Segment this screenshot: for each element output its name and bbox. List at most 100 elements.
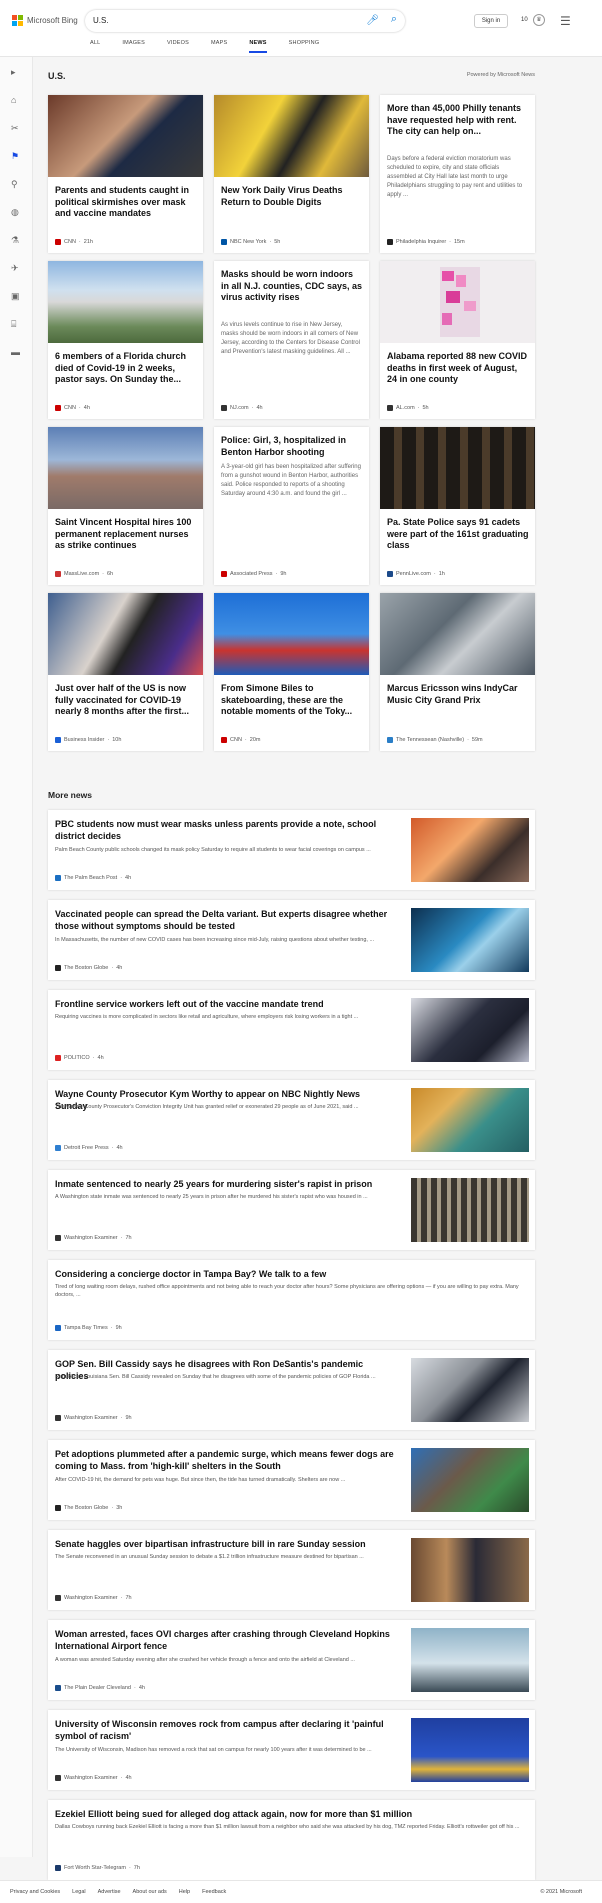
expand-icon[interactable]: ▸: [11, 67, 16, 78]
news-card[interactable]: Alabama reported 88 new COVID deaths in …: [380, 261, 535, 419]
article-title[interactable]: Inmate sentenced to nearly 25 years for …: [55, 1178, 395, 1190]
news-list-item[interactable]: Ezekiel Elliott being sued for alleged d…: [48, 1800, 535, 1880]
article-thumbnail[interactable]: [411, 1358, 529, 1422]
news-list-item[interactable]: GOP Sen. Bill Cassidy says he disagrees …: [48, 1350, 535, 1430]
article-thumbnail[interactable]: [411, 1178, 529, 1242]
article-thumbnail[interactable]: [411, 1448, 529, 1512]
article-title[interactable]: Woman arrested, faces OVI charges after …: [55, 1628, 395, 1652]
article-thumbnail[interactable]: [411, 1628, 529, 1692]
search-box[interactable]: U.S. 🎤︎ ⌕: [85, 10, 405, 32]
footer-link-help[interactable]: Help: [179, 1889, 190, 1895]
article-title[interactable]: Just over half of the US is now fully va…: [55, 683, 197, 718]
article-source: The Plain Dealer Cleveland · 4h: [55, 1685, 145, 1691]
tab-shopping[interactable]: SHOPPING: [289, 40, 320, 53]
article-title[interactable]: Vaccinated people can spread the Delta v…: [55, 908, 395, 932]
article-title[interactable]: Parents and students caught in political…: [55, 185, 197, 220]
footer-link-feedback[interactable]: Feedback: [202, 1889, 226, 1895]
world-icon[interactable]: ◍: [11, 207, 19, 218]
publisher-logo-icon: [55, 965, 61, 971]
news-card[interactable]: Masks should be worn indoors in all N.J.…: [214, 261, 369, 419]
news-card[interactable]: Police: Girl, 3, hospitalized in Benton …: [214, 427, 369, 585]
search-icon[interactable]: ⌕: [391, 13, 397, 26]
tab-all[interactable]: ALL: [90, 40, 100, 53]
article-title[interactable]: Pet adoptions plummeted after a pandemic…: [55, 1448, 395, 1472]
tab-videos[interactable]: VIDEOS: [167, 40, 189, 53]
article-title[interactable]: Pa. State Police says 91 cadets were par…: [387, 517, 529, 552]
article-title[interactable]: Police: Girl, 3, hospitalized in Benton …: [221, 435, 363, 458]
article-snippet: In Massachusetts, the number of new COVI…: [55, 937, 375, 943]
footer-link-privacy[interactable]: Privacy and Cookies: [10, 1889, 60, 1895]
rewards-count[interactable]: 10: [521, 17, 528, 23]
news-list-item[interactable]: University of Wisconsin removes rock fro…: [48, 1710, 535, 1790]
footer-link-advertise[interactable]: Advertise: [98, 1889, 121, 1895]
news-card[interactable]: Parents and students caught in political…: [48, 95, 203, 253]
tab-maps[interactable]: MAPS: [211, 40, 227, 53]
article-title[interactable]: 6 members of a Florida church died of Co…: [55, 351, 197, 386]
news-list-item[interactable]: Vaccinated people can spread the Delta v…: [48, 900, 535, 980]
article-thumbnail[interactable]: [411, 1718, 529, 1782]
hamburger-menu-icon[interactable]: ☰: [560, 14, 571, 28]
article-source: Fort Worth Star-Telegram · 7h: [55, 1865, 140, 1871]
footer-link-about-ads[interactable]: About our ads: [133, 1889, 167, 1895]
tab-news[interactable]: NEWS: [249, 40, 267, 53]
politics-icon[interactable]: ⚑: [11, 151, 19, 162]
footer-link-legal[interactable]: Legal: [72, 1889, 85, 1895]
rewards-trophy-icon[interactable]: ♛: [533, 14, 545, 26]
news-list-item[interactable]: Woman arrested, faces OVI charges after …: [48, 1620, 535, 1700]
bing-logo[interactable]: Microsoft Bing: [12, 15, 78, 26]
home-icon[interactable]: ⌂: [11, 95, 16, 105]
article-title[interactable]: Frontline service workers left out of th…: [55, 998, 395, 1010]
business-icon[interactable]: ⌸: [11, 319, 16, 330]
science-icon[interactable]: ⚗: [11, 235, 19, 246]
article-title[interactable]: Marcus Ericsson wins IndyCar Music City …: [387, 683, 529, 706]
sports-icon[interactable]: ✂: [11, 123, 19, 134]
technology-icon[interactable]: ✈: [11, 263, 19, 274]
article-thumbnail[interactable]: [411, 818, 529, 882]
article-thumbnail[interactable]: [411, 998, 529, 1062]
money-icon[interactable]: ▬: [11, 347, 20, 357]
article-image: [48, 427, 203, 509]
page-footer: Privacy and Cookies Legal Advertise Abou…: [0, 1880, 602, 1903]
search-input[interactable]: U.S.: [93, 16, 109, 25]
article-title[interactable]: Masks should be worn indoors in all N.J.…: [221, 269, 363, 304]
news-list-item[interactable]: Senate haggles over bipartisan infrastru…: [48, 1530, 535, 1610]
news-list-item[interactable]: Considering a concierge doctor in Tampa …: [48, 1260, 535, 1340]
article-title[interactable]: Saint Vincent Hospital hires 100 permane…: [55, 517, 197, 552]
article-title[interactable]: Senate haggles over bipartisan infrastru…: [55, 1538, 395, 1550]
entertainment-icon[interactable]: ▣: [11, 291, 20, 302]
article-title[interactable]: Considering a concierge doctor in Tampa …: [55, 1268, 525, 1280]
news-card[interactable]: More than 45,000 Philly tenants have req…: [380, 95, 535, 253]
news-card[interactable]: New York Daily Virus Deaths Return to Do…: [214, 95, 369, 253]
news-card[interactable]: Marcus Ericsson wins IndyCar Music City …: [380, 593, 535, 751]
microphone-icon[interactable]: 🎤︎: [366, 15, 379, 26]
article-source: MassLive.com · 6h: [55, 571, 113, 577]
article-source: CNN · 21h: [55, 239, 93, 245]
sign-in-button[interactable]: Sign in: [474, 14, 508, 28]
news-list-item[interactable]: PBC students now must wear masks unless …: [48, 810, 535, 890]
article-title[interactable]: University of Wisconsin removes rock fro…: [55, 1718, 395, 1742]
news-list-item[interactable]: Frontline service workers left out of th…: [48, 990, 535, 1070]
article-thumbnail[interactable]: [411, 1538, 529, 1602]
article-thumbnail[interactable]: [411, 908, 529, 972]
article-title[interactable]: Ezekiel Elliott being sued for alleged d…: [55, 1808, 525, 1820]
news-list-item[interactable]: Wayne County Prosecutor Kym Worthy to ap…: [48, 1080, 535, 1160]
news-card[interactable]: Pa. State Police says 91 cadets were par…: [380, 427, 535, 585]
article-title[interactable]: More than 45,000 Philly tenants have req…: [387, 103, 529, 138]
article-title[interactable]: From Simone Biles to skateboarding, thes…: [221, 683, 363, 718]
news-card[interactable]: Just over half of the US is now fully va…: [48, 593, 203, 751]
article-source: Associated Press · 9h: [221, 571, 286, 577]
article-title[interactable]: Alabama reported 88 new COVID deaths in …: [387, 351, 529, 386]
publisher-logo-icon: [55, 1685, 61, 1691]
article-title[interactable]: PBC students now must wear masks unless …: [55, 818, 395, 842]
article-thumbnail[interactable]: [411, 1088, 529, 1152]
tab-images[interactable]: IMAGES: [122, 40, 145, 53]
news-card[interactable]: From Simone Biles to skateboarding, thes…: [214, 593, 369, 751]
news-list-item[interactable]: Pet adoptions plummeted after a pandemic…: [48, 1440, 535, 1520]
article-title[interactable]: New York Daily Virus Deaths Return to Do…: [221, 185, 363, 208]
news-card[interactable]: 6 members of a Florida church died of Co…: [48, 261, 203, 419]
news-card[interactable]: Saint Vincent Hospital hires 100 permane…: [48, 427, 203, 585]
article-snippet: A Washington state inmate was sentenced …: [55, 1194, 368, 1200]
news-list-item[interactable]: Inmate sentenced to nearly 25 years for …: [48, 1170, 535, 1250]
article-source: NJ.com · 4h: [221, 405, 263, 411]
local-icon[interactable]: ⚲: [11, 179, 18, 190]
